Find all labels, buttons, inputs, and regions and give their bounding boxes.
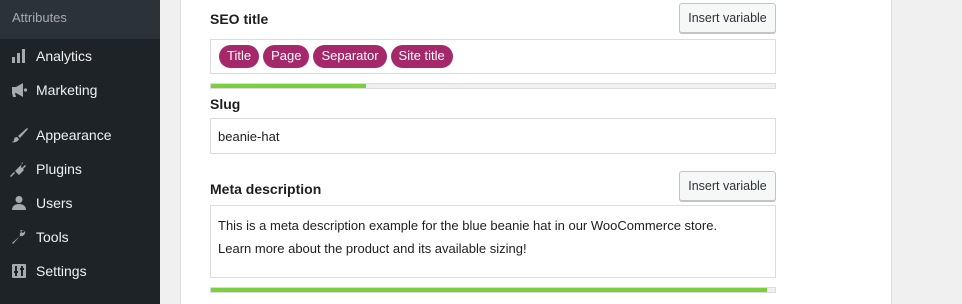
slug-value: beanie-hat — [218, 129, 280, 144]
seo-title-progress-fill — [211, 84, 367, 88]
paintbrush-icon — [9, 125, 29, 145]
seo-title-label: SEO title — [210, 11, 269, 27]
meta-description-line: This is a meta description example for t… — [218, 218, 718, 233]
sidebar-item-appearance[interactable]: Appearance — [0, 118, 160, 152]
meta-description-label: Meta description — [210, 181, 322, 197]
users-icon — [9, 193, 29, 213]
sidebar-item-label: Tools — [36, 229, 69, 245]
seo-title-input[interactable]: Title Page Separator Site title — [210, 39, 776, 74]
plugin-icon — [9, 159, 29, 179]
wrench-icon — [9, 227, 29, 247]
settings-icon — [9, 261, 29, 281]
megaphone-icon — [9, 80, 29, 100]
submenu-item-attributes[interactable]: Attributes — [0, 0, 160, 39]
admin-sidebar: Attributes Analytics Marketing Appearanc… — [0, 0, 160, 304]
sidebar-item-label: Users — [36, 195, 73, 211]
sidebar-item-analytics[interactable]: Analytics — [0, 39, 160, 73]
sidebar-item-label: Settings — [36, 263, 87, 279]
seo-title-progress-bar — [210, 83, 776, 89]
meta-description-input[interactable]: This is a meta description example for t… — [210, 205, 776, 278]
sidebar-item-users[interactable]: Users — [0, 186, 160, 220]
variable-pill-title[interactable]: Title — [219, 45, 260, 68]
meta-description-insert-variable-button[interactable]: Insert variable — [679, 171, 776, 201]
sidebar-item-label: Appearance — [36, 127, 112, 143]
sidebar-item-label: Plugins — [36, 161, 82, 177]
seo-title-insert-variable-button[interactable]: Insert variable — [679, 3, 776, 33]
sidebar-item-label: Marketing — [36, 82, 98, 98]
sidebar-item-plugins[interactable]: Plugins — [0, 152, 160, 186]
variable-pill-separator[interactable]: Separator — [313, 45, 387, 68]
variable-pill-site-title[interactable]: Site title — [390, 45, 453, 68]
sidebar-item-marketing[interactable]: Marketing — [0, 73, 160, 107]
analytics-icon — [9, 46, 29, 66]
meta-description-progress-fill — [211, 288, 767, 292]
sidebar-item-label: Analytics — [36, 48, 93, 64]
sidebar-item-tools[interactable]: Tools — [0, 220, 160, 254]
page-background — [892, 0, 962, 304]
slug-label: Slug — [210, 96, 241, 112]
slug-input[interactable]: beanie-hat — [210, 118, 776, 154]
meta-description-progress-bar — [210, 287, 776, 293]
meta-description-line: Learn more about the product and its ava… — [218, 241, 527, 256]
variable-pill-page[interactable]: Page — [263, 45, 310, 68]
sidebar-item-settings[interactable]: Settings — [0, 254, 160, 288]
